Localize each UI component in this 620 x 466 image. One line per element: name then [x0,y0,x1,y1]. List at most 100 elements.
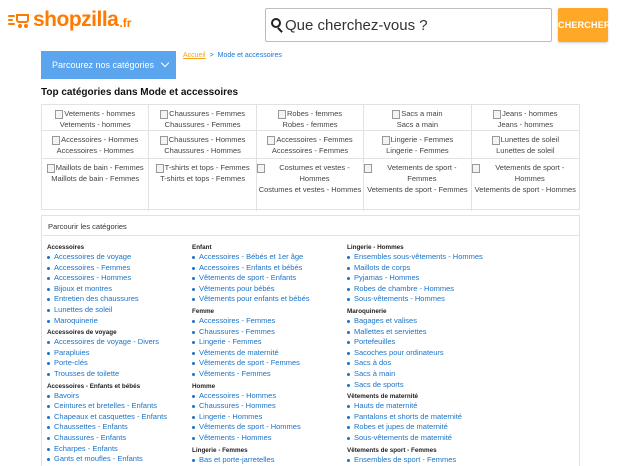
category-link[interactable]: Echarpes - Enfants [47,444,197,455]
category-link[interactable]: Sacs à main [347,369,497,380]
category-tile[interactable]: Sacs a main Sacs a main [364,105,472,131]
category-link[interactable]: Accessoires - Femmes [192,316,342,327]
category-heading: Lingerie - Femmes [192,446,248,454]
category-group: Accessoires de voyage Accessoires de voya… [47,328,197,379]
category-tile[interactable]: Accessoires - Femmes Accessoires - Femmes [256,131,365,159]
category-link[interactable]: Chaussures - Enfants [47,433,197,444]
category-link[interactable]: Pantalons et shorts de maternité [347,412,497,423]
category-tile[interactable]: Vetements - hommes Vetements - hommes [42,105,150,131]
category-link[interactable]: Accessoires - Hommes [47,273,197,284]
category-link[interactable]: Sacs à dos [347,358,497,369]
category-link[interactable]: Bagages et valises [347,316,497,327]
category-link[interactable]: Parapluies [47,348,197,359]
category-tile[interactable]: Lunettes de soleil Lunettes de soleil [471,131,579,159]
category-tile[interactable]: Costumes et vestes - Hommes Costumes et v… [257,159,365,211]
category-heading: Vêtements de sport - Femmes [347,446,437,454]
category-link[interactable]: Lunettes de soleil [47,305,197,316]
category-tile-label: Jeans - hommes [497,120,554,129]
category-link[interactable]: Robes et jupes de maternité [347,422,497,433]
category-list: Accessoires - Femmes Chaussures - Femmes L… [192,316,342,380]
category-heading: Accessoires - Enfants et bébés [47,382,141,390]
category-link[interactable]: Ensembles de sport - Femmes [347,455,497,466]
category-tile-label: Costumes et vestes - Hommes [258,185,362,194]
category-link[interactable]: Sacs de sports [347,380,497,391]
category-link[interactable]: Pyjamas - Hommes [347,273,497,284]
category-tile[interactable]: T-shirts et tops - Femmes T-shirts et top… [149,159,257,211]
category-tile-label: Accessoires - Femmes [271,146,349,155]
category-link[interactable]: Accessoires - Bébés et 1er âge [192,252,342,263]
category-link[interactable]: Lingerie - Femmes [192,337,342,348]
category-link[interactable]: Trousses de toilette [47,369,197,380]
category-heading: Femme [192,307,215,315]
category-link[interactable]: Vêtements - Hommes [192,433,342,444]
category-link[interactable]: Maillots de corps [347,263,497,274]
category-link[interactable]: Vêtements pour bébés [192,284,342,295]
category-link[interactable]: Accessoires de voyage [47,252,197,263]
shopping-cart-icon [8,12,30,28]
category-link[interactable]: Vêtements de sport - Hommes [192,422,342,433]
category-link[interactable]: Vêtements pour enfants et bébés [192,294,342,305]
category-link[interactable]: Porte-clés [47,358,197,369]
category-link[interactable]: Ceintures et bretelles - Enfants [47,401,197,412]
category-heading: Enfant [192,244,212,251]
category-link[interactable]: Chaussures - Hommes [192,401,342,412]
category-link[interactable]: Vêtements de maternité [192,348,342,359]
category-link[interactable]: Accessoires - Hommes [192,391,342,402]
category-tile[interactable]: Vetements de sport - Femmes Vetements de … [364,159,472,211]
category-group: Homme Accessoires - Hommes Chaussures - Ho… [192,382,342,444]
chevron-down-icon [160,58,170,68]
category-link[interactable]: Hauts de maternité [347,401,497,412]
category-link[interactable]: Ensembles sous-vêtements - Hommes [347,252,497,263]
browse-categories-button[interactable]: Parcourez nos catégories [41,51,176,79]
category-link[interactable]: Bavoirs [47,391,197,402]
broken-image-icon: Lunettes de soleil [492,134,559,145]
category-list: Accessoires - Bébés et 1er âge Accessoire… [192,252,342,305]
category-column: Lingerie - Hommes Ensembles sous-vêtement… [347,241,497,466]
category-link[interactable]: Vêtements de sport - Femmes [192,358,342,369]
category-link[interactable]: Robes de chambre - Hommes [347,284,497,295]
category-link[interactable]: Accessoires de voyage - Divers [47,337,197,348]
category-list: Bagages et valises Mallettes et serviette… [347,316,497,390]
category-link[interactable]: Sous-vêtements - Hommes [347,294,497,305]
category-link[interactable]: Bijoux et montres [47,284,197,295]
search-input[interactable] [285,10,551,40]
category-heading: Lingerie - Hommes [347,244,404,251]
logo-tld: .fr [119,16,132,30]
category-group: Lingerie - Hommes Ensembles sous-vêtement… [347,243,497,305]
category-link[interactable]: Accessoires - Enfants et bébés [192,263,342,274]
shopzilla-logo[interactable]: shopzilla .fr [8,8,131,32]
category-link[interactable]: Mallettes et serviettes [347,327,497,338]
category-link[interactable]: Vêtements de sport - Enfants [192,273,342,284]
search-button[interactable]: CHERCHER [558,8,610,42]
category-tile[interactable]: Vetements de sport - Hommes Vetements de … [472,159,579,211]
category-tile[interactable]: Chaussures - Femmes Chaussures - Femmes [149,105,257,131]
category-link[interactable]: Chaussures - Femmes [192,327,342,338]
category-group: Vêtements de maternité Hauts de maternité… [347,392,497,443]
category-link[interactable]: Maroquinerie [47,316,197,327]
breadcrumb-home-link[interactable]: Accueil [183,52,206,59]
category-link[interactable]: Gants et moufles - Enfants [47,454,197,465]
category-link[interactable]: Portefeuilles [347,337,497,348]
category-tile[interactable]: Robes - femmes Robes - femmes [256,105,365,131]
category-tile-label: Lunettes de soleil [496,146,555,155]
broken-image-icon: T-shirts et tops - Femmes [156,162,250,173]
category-tile[interactable]: Accessoires - Hommes Accessoires - Hommes [42,131,150,159]
category-link[interactable]: Accessoires - Femmes [47,263,197,274]
category-link[interactable]: Entretien des chaussures [47,294,197,305]
category-tile[interactable]: Jeans - hommes Jeans - hommes [471,105,579,131]
category-link[interactable]: Chapeaux et casquettes - Enfants [47,412,197,423]
category-link[interactable]: Sous-vêtements de maternité [347,433,497,444]
category-link[interactable]: Bas et porte-jarretelles [192,455,342,466]
category-tile[interactable]: Maillots de bain - Femmes Maillots de bai… [42,159,150,211]
category-group: Vêtements de sport - Femmes Ensembles de … [347,446,497,466]
category-tile[interactable]: Chaussures - Hommes Chaussures - Hommes [149,131,257,159]
category-group: Lingerie - Femmes Bas et porte-jarretelle… [192,446,342,466]
category-link[interactable]: Chaussettes - Enfants [47,422,197,433]
category-link[interactable]: Lingerie - Hommes [192,412,342,423]
category-link[interactable]: Sacoches pour ordinateurs [347,348,497,359]
category-tile[interactable]: Lingerie - Femmes Lingerie - Femmes [364,131,472,159]
category-heading: Homme [192,382,216,390]
breadcrumb-current: Mode et accessoires [217,52,282,59]
category-link[interactable]: Vêtements - Femmes [192,369,342,380]
category-tile-label: T-shirts et tops - Femmes [160,174,246,183]
